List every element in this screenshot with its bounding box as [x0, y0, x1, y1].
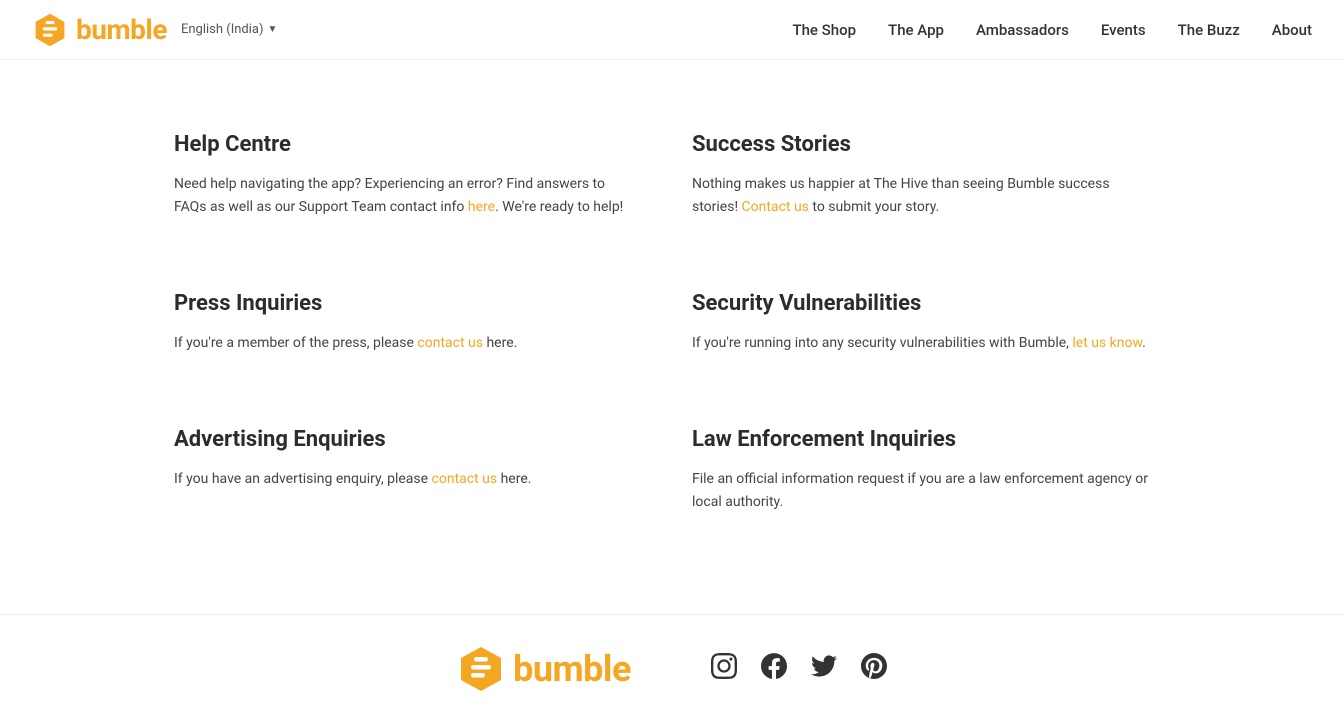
advertising-enquiries-card: Advertising Enquiries If you have an adv… — [154, 395, 672, 554]
success-stories-body: Nothing makes us happier at The Hive tha… — [692, 173, 1150, 219]
nav-ambassadors[interactable]: Ambassadors — [976, 21, 1069, 39]
social-icons — [711, 653, 887, 685]
security-vulnerabilities-title: Security Vulnerabilities — [692, 291, 1150, 316]
footer-logo[interactable]: bumble — [457, 645, 631, 693]
main-content: Help Centre Need help navigating the app… — [122, 60, 1222, 614]
nav-events[interactable]: Events — [1101, 21, 1146, 39]
security-let-us-know-link[interactable]: let us know — [1072, 335, 1142, 351]
nav-the-buzz[interactable]: The Buzz — [1178, 21, 1240, 39]
help-here-link[interactable]: here — [468, 199, 495, 215]
lang-label: English (India) — [181, 22, 264, 37]
law-enforcement-card: Law Enforcement Inquiries File an offici… — [672, 395, 1190, 554]
success-stories-card: Success Stories Nothing makes us happier… — [672, 100, 1190, 259]
twitter-icon[interactable] — [811, 653, 837, 685]
help-centre-title: Help Centre — [174, 132, 632, 157]
site-footer: bumble — [0, 614, 1344, 723]
footer-bumble-logo-icon — [457, 645, 505, 693]
help-centre-card: Help Centre Need help navigating the app… — [154, 100, 672, 259]
press-contact-link[interactable]: contact us — [417, 335, 483, 351]
success-stories-title: Success Stories — [692, 132, 1150, 157]
nav-the-app[interactable]: The App — [888, 21, 944, 39]
law-enforcement-title: Law Enforcement Inquiries — [692, 427, 1150, 452]
advertising-enquiries-body: If you have an advertising enquiry, plea… — [174, 468, 632, 491]
site-header: bumble English (India) ▼ The Shop The Ap… — [0, 0, 1344, 60]
press-inquiries-card: Press Inquiries If you're a member of th… — [154, 259, 672, 395]
nav-about[interactable]: About — [1272, 21, 1312, 39]
bumble-logo-icon — [32, 12, 68, 48]
press-inquiries-body: If you're a member of the press, please … — [174, 332, 632, 355]
logo-text: bumble — [76, 13, 167, 46]
security-vulnerabilities-body: If you're running into any security vuln… — [692, 332, 1150, 355]
press-inquiries-title: Press Inquiries — [174, 291, 632, 316]
main-nav: The Shop The App Ambassadors Events The … — [792, 21, 1312, 39]
chevron-down-icon: ▼ — [268, 24, 278, 35]
facebook-icon[interactable] — [761, 653, 787, 685]
success-contact-link[interactable]: Contact us — [742, 199, 809, 215]
help-centre-body: Need help navigating the app? Experienci… — [174, 173, 632, 219]
logo-area[interactable]: bumble — [32, 12, 167, 48]
advertising-enquiries-title: Advertising Enquiries — [174, 427, 632, 452]
advertising-contact-link[interactable]: contact us — [432, 471, 498, 487]
law-enforcement-body: File an official information request if … — [692, 468, 1150, 514]
instagram-icon[interactable] — [711, 653, 737, 685]
nav-the-shop[interactable]: The Shop — [792, 21, 856, 39]
cards-grid: Help Centre Need help navigating the app… — [154, 100, 1190, 554]
language-selector[interactable]: English (India) ▼ — [181, 22, 277, 37]
security-vulnerabilities-card: Security Vulnerabilities If you're runni… — [672, 259, 1190, 395]
footer-logo-text: bumble — [513, 648, 631, 690]
pinterest-icon[interactable] — [861, 653, 887, 685]
